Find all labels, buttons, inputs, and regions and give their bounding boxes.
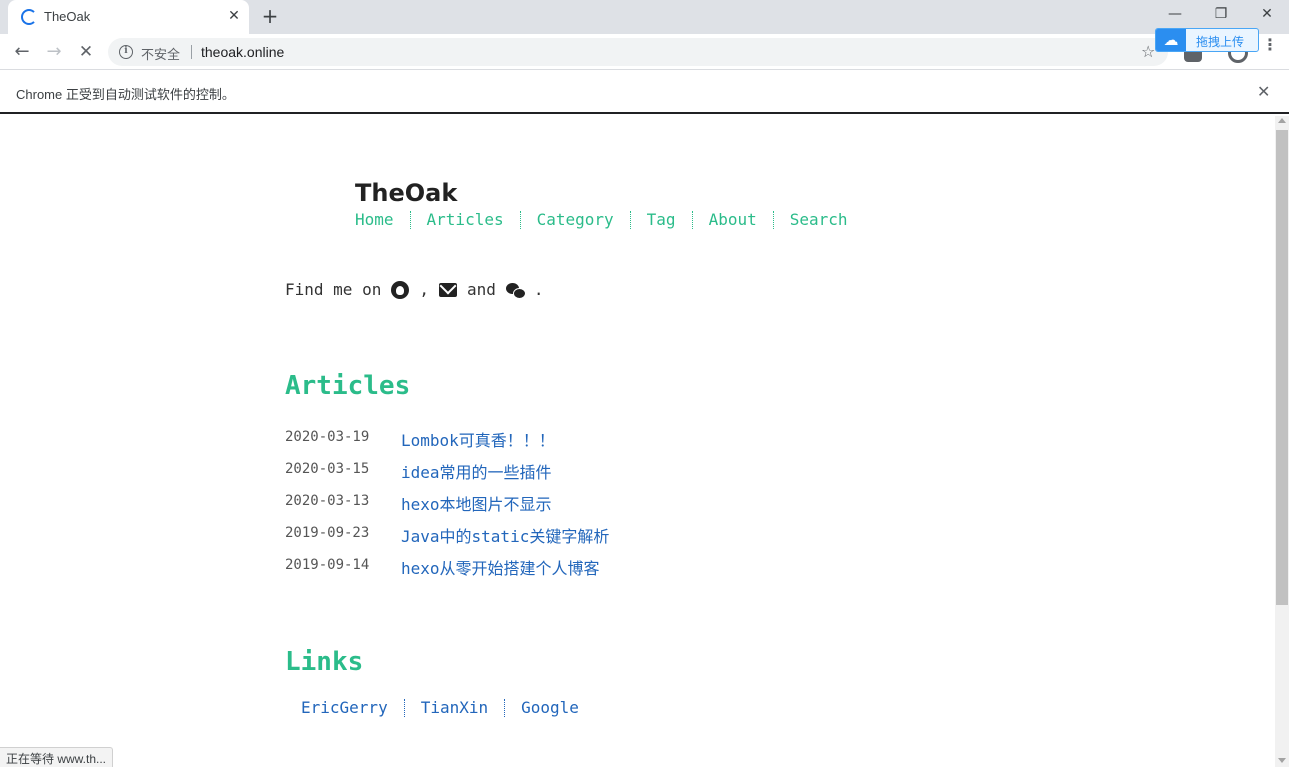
nav-articles[interactable]: Articles — [409, 211, 520, 229]
post-date: 2019-09-23 — [285, 525, 370, 541]
new-tab-button[interactable]: + — [259, 5, 281, 27]
find-me-sep-comma: , — [419, 280, 429, 299]
links-list: EricGerry TianXin Google — [285, 699, 595, 717]
scrollbar-thumb[interactable] — [1276, 130, 1288, 605]
find-me-sep-and: and — [466, 280, 496, 299]
post-date: 2020-03-13 — [285, 493, 370, 509]
back-arrow-icon[interactable]: ← — [10, 40, 34, 64]
tab-theoak[interactable]: TheOak ✕ — [8, 0, 249, 34]
list-item: 2020-03-15 idea常用的一些插件 — [285, 459, 609, 491]
list-item: 2020-03-19 Lombok可真香！！！ — [285, 427, 609, 459]
nav-tag[interactable]: Tag — [629, 211, 692, 229]
automation-infobar: Chrome 正受到自动测试软件的控制。 ✕ — [0, 71, 1289, 114]
browser-toolbar: ← → ✕ i 不安全 theoak.online ☆ ⋮ — [0, 34, 1289, 70]
find-me-prefix: Find me on — [285, 280, 382, 299]
post-date: 2019-09-14 — [285, 557, 370, 573]
links-heading: Links — [285, 647, 364, 677]
post-link[interactable]: hexo从零开始搭建个人博客 — [401, 555, 600, 579]
window-close-button[interactable]: ✕ — [1244, 0, 1289, 30]
articles-heading: Articles — [285, 371, 411, 401]
post-link[interactable]: Java中的static关键字解析 — [401, 523, 609, 547]
list-item: 2019-09-23 Java中的static关键字解析 — [285, 523, 609, 555]
link-ericgerry[interactable]: EricGerry — [285, 699, 404, 717]
scroll-up-arrow-icon[interactable] — [1278, 118, 1286, 123]
baidu-upload-label: 拖拽上传 — [1196, 35, 1245, 49]
nav-home[interactable]: Home — [355, 211, 410, 229]
nav-category[interactable]: Category — [519, 211, 630, 229]
address-separator — [191, 45, 192, 59]
loading-spinner-icon — [21, 9, 37, 25]
list-item: 2020-03-13 hexo本地图片不显示 — [285, 491, 609, 523]
browser-menu-icon[interactable]: ⋮ — [1262, 37, 1278, 53]
tab-strip: TheOak ✕ + — ❐ ✕ — [0, 0, 1289, 34]
wechat-icon[interactable] — [505, 281, 526, 299]
vertical-scrollbar[interactable] — [1275, 116, 1289, 767]
post-link[interactable]: Lombok可真香！！！ — [401, 427, 555, 451]
window-minimize-button[interactable]: — — [1152, 0, 1198, 30]
tab-close-icon[interactable]: ✕ — [224, 6, 244, 26]
article-list: 2020-03-19 Lombok可真香！！！ 2020-03-15 idea常… — [285, 427, 609, 587]
nav-search[interactable]: Search — [772, 211, 864, 229]
forward-arrow-icon[interactable]: → — [42, 40, 66, 64]
post-date: 2020-03-15 — [285, 461, 370, 477]
status-bubble: 正在等待 www.th... — [0, 747, 114, 767]
mail-icon[interactable] — [438, 282, 457, 297]
post-link[interactable]: idea常用的一些插件 — [401, 459, 552, 483]
link-google[interactable]: Google — [504, 699, 595, 717]
baidu-cloud-icon: ☁ — [1156, 29, 1186, 51]
stop-loading-icon[interactable]: ✕ — [74, 40, 98, 64]
link-tianxin[interactable]: TianXin — [403, 699, 504, 717]
info-icon[interactable]: i — [119, 45, 133, 59]
tab-title: TheOak — [44, 9, 91, 24]
bookmark-star-icon[interactable]: ☆ — [1141, 42, 1155, 61]
github-icon[interactable] — [391, 280, 410, 299]
find-me-line: Find me on , and . — [285, 280, 544, 299]
list-item: 2019-09-14 hexo从零开始搭建个人博客 — [285, 555, 609, 587]
page-viewport: TheOak Home Articles Category Tag About … — [0, 116, 1275, 767]
url-text[interactable]: theoak.online — [201, 44, 284, 60]
infobar-close-icon[interactable]: ✕ — [1257, 82, 1270, 101]
window-restore-button[interactable]: ❐ — [1198, 0, 1244, 30]
scroll-down-arrow-icon[interactable] — [1278, 758, 1286, 763]
post-date: 2020-03-19 — [285, 429, 370, 445]
site-nav: Home Articles Category Tag About Search — [355, 211, 864, 229]
infobar-message: Chrome 正受到自动测试软件的控制。 — [16, 87, 235, 102]
nav-about[interactable]: About — [691, 211, 773, 229]
post-link[interactable]: hexo本地图片不显示 — [401, 491, 552, 515]
address-bar[interactable]: i 不安全 theoak.online — [108, 38, 1168, 66]
find-me-suffix: . — [533, 280, 544, 299]
baidu-upload-widget[interactable]: ☁ 拖拽上传 — [1155, 28, 1259, 52]
site-title[interactable]: TheOak — [355, 179, 457, 207]
security-status[interactable]: 不安全 — [141, 44, 180, 63]
